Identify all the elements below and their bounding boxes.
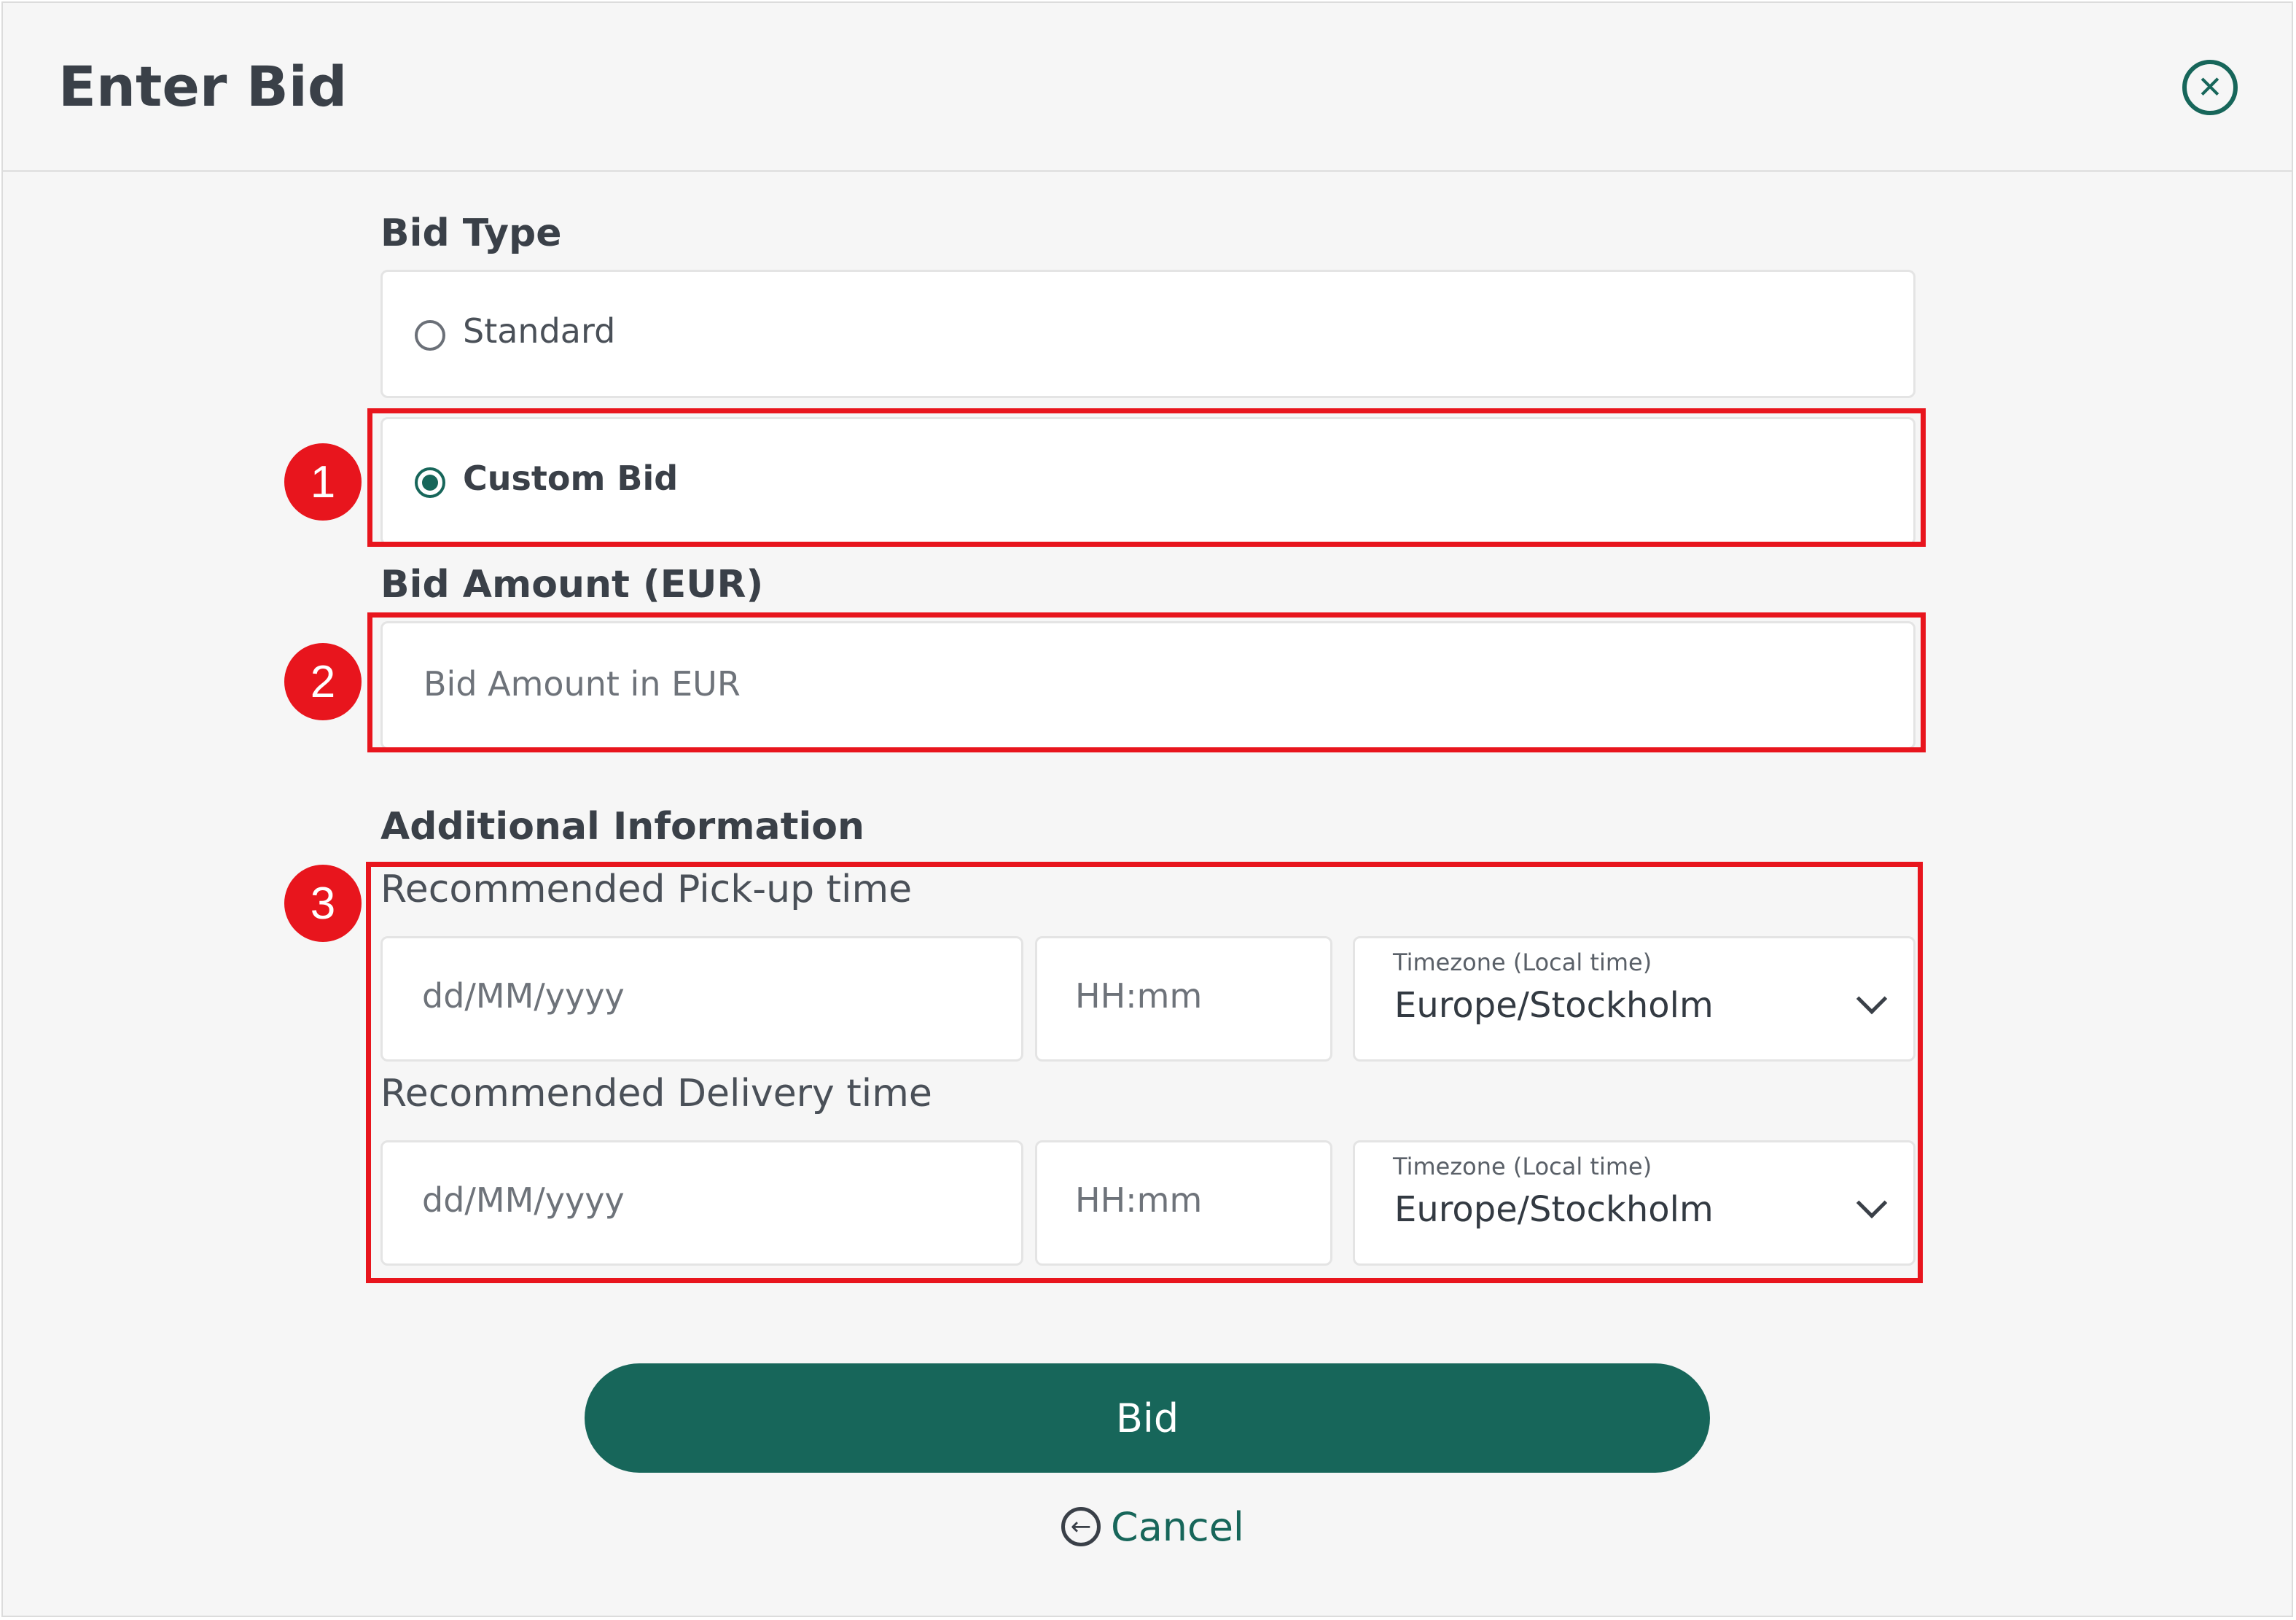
standard-radio-label: Standard (463, 311, 616, 351)
highlight-box-3 (366, 862, 1923, 1283)
bid-type-option-standard[interactable]: Standard (380, 270, 1916, 398)
annotation-marker-1: 1 (284, 443, 362, 521)
bid-button-label: Bid (1115, 1395, 1179, 1441)
arrow-left-circle-icon: ← (1061, 1507, 1101, 1546)
bid-amount-label: Bid Amount (EUR) (380, 563, 764, 607)
highlight-box-1 (367, 408, 1926, 547)
annotation-marker-2: 2 (284, 643, 362, 720)
dialog-header: Enter Bid ✕ (3, 3, 2292, 172)
dialog-title: Enter Bid (58, 54, 348, 119)
bid-button[interactable]: Bid (585, 1363, 1710, 1473)
annotation-marker-3: 3 (284, 865, 362, 942)
highlight-box-2 (367, 612, 1926, 752)
enter-bid-dialog: Enter Bid ✕ Bid Type Standard Custom Bid… (1, 1, 2293, 1617)
cancel-button-label: Cancel (1111, 1503, 1244, 1550)
standard-radio[interactable] (415, 320, 445, 351)
additional-info-label: Additional Information (380, 805, 865, 849)
cancel-button[interactable]: ← Cancel (1061, 1498, 1244, 1556)
close-icon[interactable]: ✕ (2182, 60, 2238, 115)
bid-type-label: Bid Type (380, 211, 562, 255)
